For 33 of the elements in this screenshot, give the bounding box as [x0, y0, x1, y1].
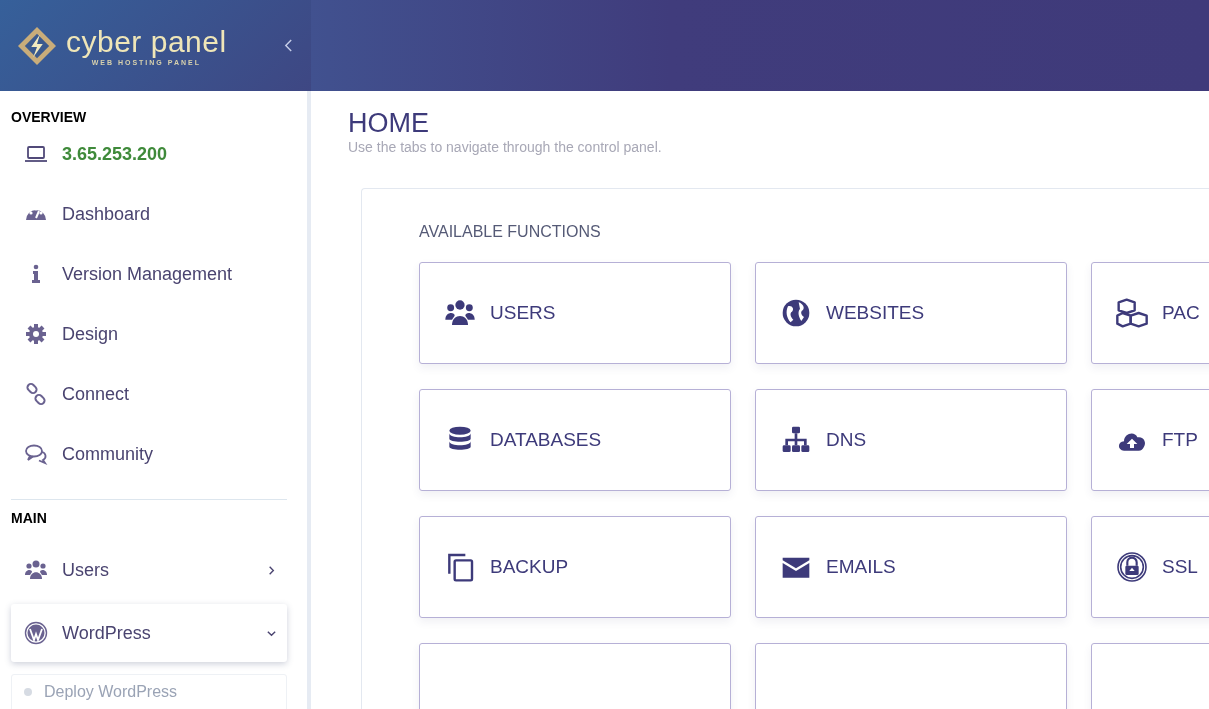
logo-name: cyber panel [66, 25, 227, 59]
function-tile[interactable]: USERS [419, 262, 731, 364]
wordpress-icon [24, 621, 48, 645]
page-title: HOME [348, 107, 430, 139]
section-heading: OVERVIEW [11, 109, 88, 125]
sidebar-item[interactable]: Dashboard [11, 184, 287, 244]
sidebar-item[interactable]: Users [11, 540, 287, 600]
sidebar-item[interactable]: Community [11, 424, 287, 484]
users-icon [24, 558, 48, 582]
function-tile[interactable]: DNS [755, 389, 1067, 491]
sidebar-item[interactable]: Version Management [11, 244, 287, 304]
function-tile[interactable]: EMAILS [755, 516, 1067, 618]
function-tile[interactable]: FTP [1091, 389, 1209, 491]
chevron-right-icon [266, 564, 277, 576]
section-heading: MAIN [11, 510, 48, 526]
chevron-left-icon [284, 39, 293, 52]
page-subtitle: Use the tabs to navigate through the control panel. [348, 139, 663, 155]
function-tile[interactable]: SSL [1091, 516, 1209, 618]
function-tile[interactable]: BACKUP [419, 516, 731, 618]
sidebar-item[interactable]: Connect [11, 364, 287, 424]
function-tile[interactable]: PAC [1091, 262, 1209, 364]
function-tile[interactable]: DATABASES [419, 389, 731, 491]
cubes-icon [1116, 297, 1148, 329]
panel-heading: AVAILABLE FUNCTIONS [419, 223, 602, 241]
function-tile[interactable]: WEBSITES [755, 262, 1067, 364]
link-icon [24, 382, 48, 406]
server-ip-link[interactable]: 3.65.253.200 [11, 124, 287, 184]
globe-icon [780, 297, 812, 329]
lock-icon [1116, 551, 1148, 583]
sidebar-item[interactable]: WordPress [11, 604, 287, 662]
sidebar-item[interactable]: Design [11, 304, 287, 364]
gear-icon [24, 322, 48, 346]
chat-icon [24, 442, 48, 466]
